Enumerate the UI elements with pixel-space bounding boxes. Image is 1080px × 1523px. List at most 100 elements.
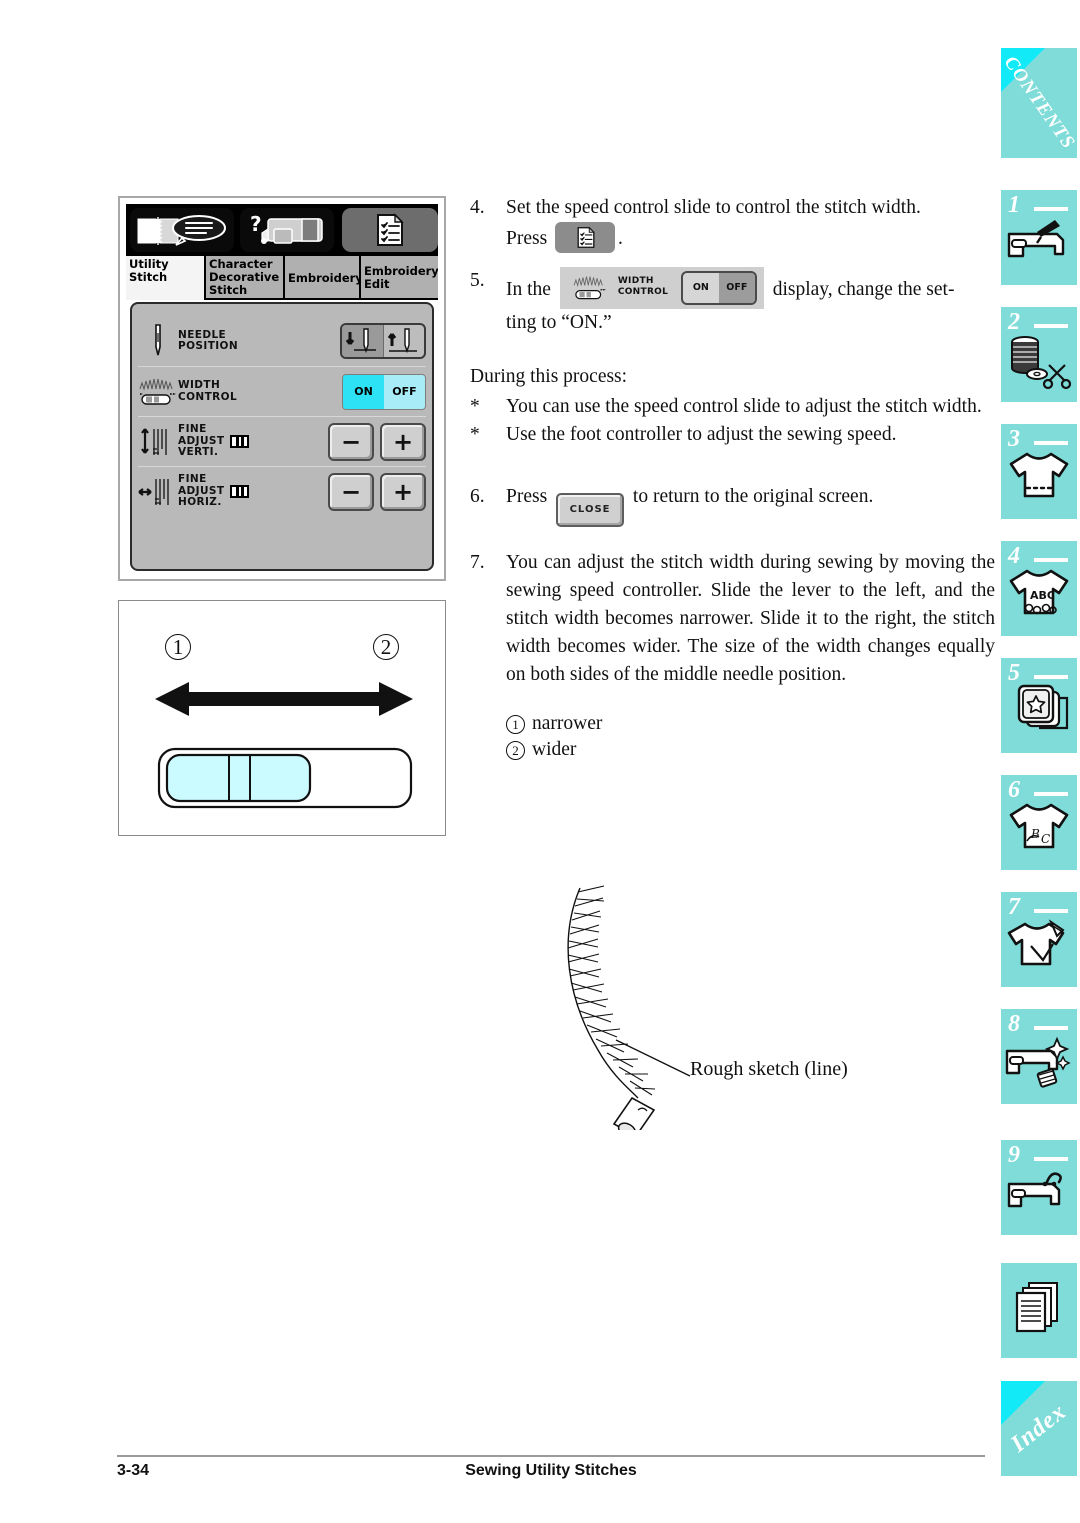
instructions-column: 4. Set the speed control slide to contro…: [470, 194, 995, 763]
label-line3: HORIZ.: [178, 496, 222, 509]
fine-adjust-horizontal-plus-button[interactable]: +: [380, 472, 426, 511]
tab-utility-stitch[interactable]: Utility Stitch: [126, 256, 204, 300]
needle-icon: [138, 323, 178, 359]
bullet-marker: *: [470, 424, 480, 445]
bullet-1: * You can use the speed control slide to…: [470, 393, 995, 421]
tab-embroidery[interactable]: Embroidery: [283, 256, 359, 300]
tshirt-edit-icon: [1001, 914, 1077, 978]
fine-adjust-vertical-plus-button[interactable]: +: [380, 422, 426, 461]
sidebar-item-chapter-2[interactable]: 2: [1001, 307, 1080, 408]
stitch-sample-figure: [520, 880, 940, 1149]
on-option[interactable]: ON: [683, 273, 719, 303]
svg-text:?: ?: [250, 212, 262, 236]
settings-list-icon[interactable]: [342, 208, 438, 252]
settings-list-icon[interactable]: [555, 222, 616, 253]
step-5-tail2: ting to “ON.”: [506, 312, 612, 333]
sidebar-item-index[interactable]: Index: [1001, 1381, 1080, 1482]
machine-question-icon: [1001, 1162, 1077, 1226]
tab-embroidery-edit[interactable]: Embroidery Edit: [359, 256, 438, 300]
legend-item-1: 1 narrower: [506, 711, 995, 737]
sidebar-item-chapter-1[interactable]: 1: [1001, 190, 1080, 291]
tab-label-line2: Edit: [364, 277, 390, 291]
tshirt-stitch-icon: [1001, 446, 1077, 510]
step-number: 5.: [470, 270, 485, 291]
thread-spool-scissors-icon: [1001, 329, 1077, 393]
step-5-tail: display, change the set-: [772, 279, 955, 300]
bullet-marker: *: [470, 396, 480, 417]
step-7: 7. You can adjust the stitch width durin…: [470, 549, 995, 689]
off-option[interactable]: OFF: [718, 273, 755, 303]
row-fine-adjust-horizontal: FINE ADJUST HORIZ. − +: [138, 466, 426, 516]
manual-book-icon[interactable]: [130, 208, 234, 252]
speed-slider-control[interactable]: [157, 745, 413, 811]
row-label: WIDTH CONTROL: [178, 379, 240, 403]
value-indicator-icon: [230, 485, 249, 498]
machine-help-icon[interactable]: ?: [240, 208, 334, 252]
sidebar-item-chapter-4[interactable]: 4 ABC: [1001, 541, 1080, 642]
sidebar-item-label: Index: [1006, 1398, 1072, 1458]
sidebar-item-chapter-7[interactable]: 7: [1001, 892, 1080, 993]
sidebar-item-chapter-5[interactable]: 5: [1001, 658, 1080, 759]
svg-text:ABC: ABC: [1030, 589, 1055, 602]
step-6: 6. Press CLOSE to return to the original…: [470, 483, 995, 527]
svg-text:C: C: [1041, 832, 1050, 846]
callout-2: 2: [373, 634, 399, 660]
horizontal-arrows-icon: [138, 473, 178, 511]
legend-marker: 1: [506, 714, 525, 734]
width-control-label: WIDTH CONTROL: [618, 276, 668, 298]
row-label: FINE ADJUST HORIZ.: [178, 474, 230, 509]
legend-text: wider: [532, 739, 577, 760]
fine-adjust-horizontal-minus-button[interactable]: −: [328, 472, 374, 511]
tshirt-letters-icon: B C: [1001, 797, 1077, 861]
on-off-toggle[interactable]: ON OFF: [680, 271, 757, 305]
tab-character-decorative-stitch[interactable]: Character Decorative Stitch: [204, 256, 283, 300]
double-arrow-icon: [155, 682, 413, 716]
sewing-machine-needle-icon: [1001, 212, 1077, 276]
press-word: Press: [506, 486, 548, 507]
row-label: NEEDLE POSITION: [178, 329, 240, 353]
tab-label-line2: Stitch: [129, 270, 168, 284]
lcd-settings-list: NEEDLE POSITION WIDTH CONTROL ON OFF FIN…: [130, 302, 434, 571]
width-control-widget[interactable]: WIDTH CONTROL ON OFF: [559, 267, 764, 309]
on-option[interactable]: ON: [343, 374, 384, 409]
needle-down-option[interactable]: [342, 325, 383, 357]
lcd-toolbar: ?: [126, 204, 438, 256]
legend-item-2: 2 wider: [506, 737, 995, 763]
period: .: [618, 228, 623, 249]
embroidery-hoop-star-icon: [1001, 680, 1077, 744]
width-control-on-off-toggle[interactable]: ON OFF: [342, 373, 426, 410]
label-line2: CONTROL: [617, 287, 669, 297]
sidebar-item-appendix[interactable]: [1001, 1263, 1080, 1364]
needle-up-option[interactable]: [383, 325, 424, 357]
sidebar-item-chapter-6[interactable]: 6 B C: [1001, 775, 1080, 876]
row-label: FINE ADJUST VERTI.: [178, 424, 230, 459]
svg-text:B: B: [1030, 827, 1040, 841]
step-4-text: Set the speed control slide to control t…: [506, 197, 921, 218]
speed-control-slide-figure: 1 2: [118, 600, 446, 836]
label-line1: WIDTH: [178, 379, 221, 391]
lcd-tab-row: Utility Stitch Character Decorative Stit…: [126, 256, 438, 300]
step-4: 4. Set the speed control slide to contro…: [470, 194, 995, 253]
step-number: 7.: [470, 552, 485, 573]
tab-label-line1: Embroidery: [288, 271, 359, 285]
close-button[interactable]: CLOSE: [556, 493, 625, 527]
off-option[interactable]: OFF: [384, 374, 425, 409]
footer-title: Sewing Utility Stitches: [465, 1462, 637, 1479]
label-line3: VERTI.: [178, 446, 219, 459]
row-needle-position: NEEDLE POSITION: [138, 316, 426, 366]
width-slider-icon: [138, 375, 178, 409]
fine-adjust-vertical-minus-button[interactable]: −: [328, 422, 374, 461]
sidebar-item-chapter-9[interactable]: 9: [1001, 1140, 1080, 1241]
pages-stack-icon: [1001, 1277, 1077, 1341]
needle-position-toggle[interactable]: [340, 323, 426, 359]
vertical-arrows-icon: [138, 423, 178, 461]
sidebar-item-chapter-8[interactable]: 8: [1001, 1009, 1080, 1110]
step-7-text: You can adjust the stitch width during s…: [506, 552, 995, 685]
sidebar-item-chapter-3[interactable]: 3: [1001, 424, 1080, 525]
legend-text: narrower: [532, 713, 603, 734]
row-fine-adjust-vertical: FINE ADJUST VERTI. − +: [138, 416, 426, 466]
sidebar-item-contents[interactable]: CONTENTS: [1000, 48, 1080, 164]
label-line2: POSITION: [178, 340, 239, 352]
step-number: 4.: [470, 197, 485, 218]
machine-sparkle-icon: [1001, 1031, 1077, 1095]
